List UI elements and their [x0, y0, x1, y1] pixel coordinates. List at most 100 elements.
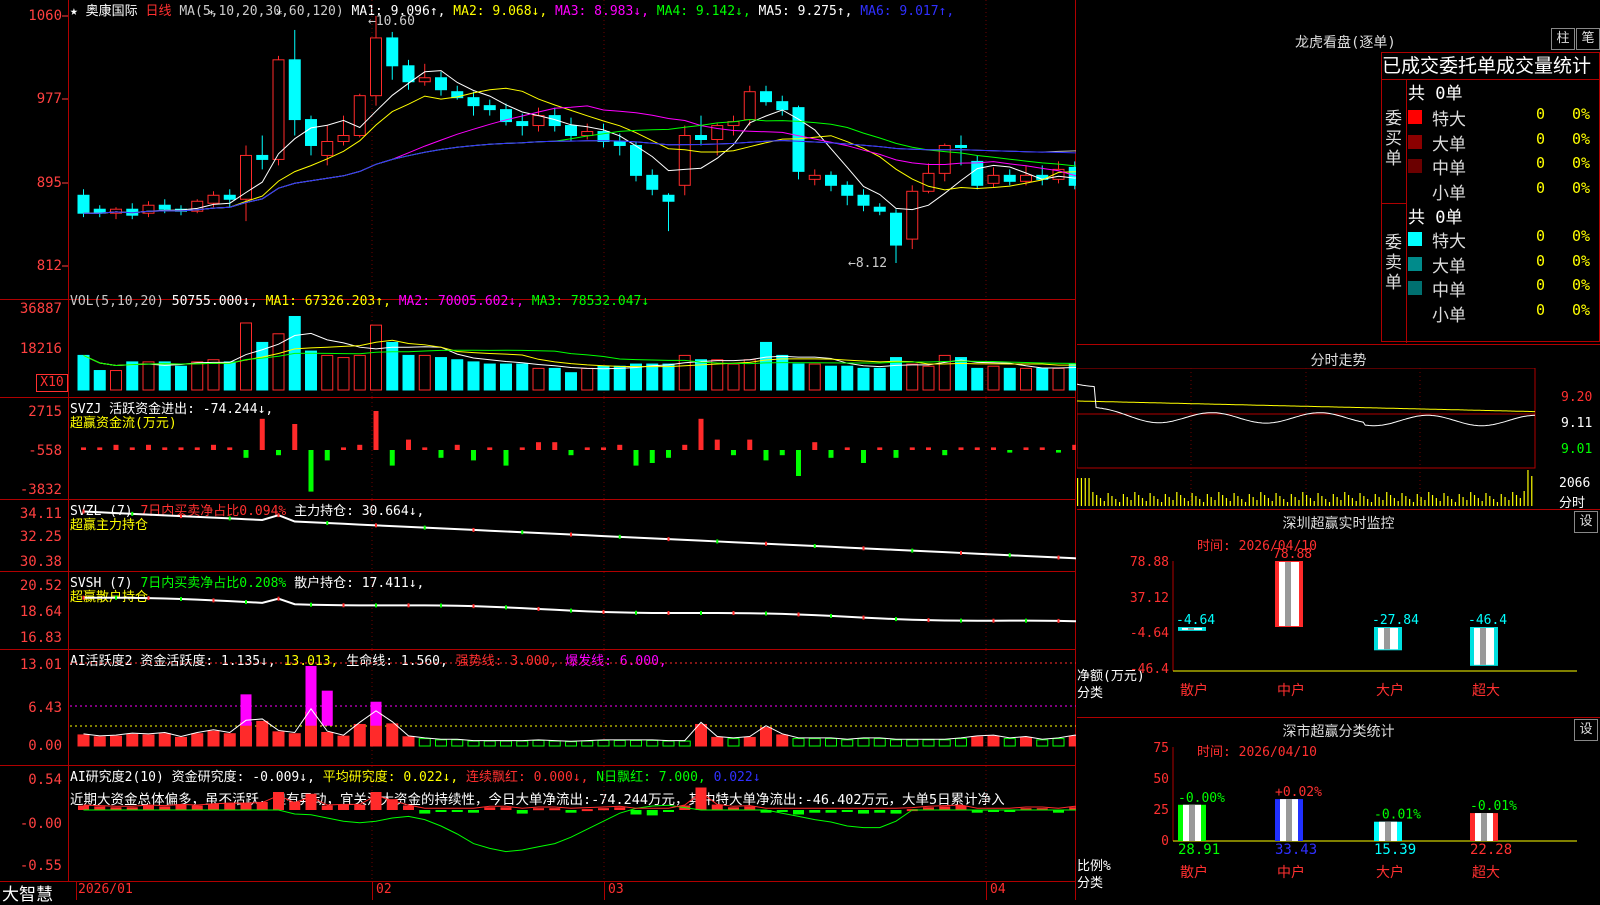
svzl-chart — [82, 500, 1076, 572]
intraday-vol-bar — [1183, 498, 1186, 506]
fund-flow-bar — [747, 439, 753, 450]
retail-hold-tick — [472, 604, 475, 609]
svsh-pane[interactable]: SVSH (7) 7日内买卖净占比0.208% 散户持仓: 17.411↓, 超… — [0, 572, 1076, 650]
monitor-bar-shade — [1384, 628, 1390, 650]
intraday-vol-bar — [1306, 495, 1308, 506]
research-bar — [516, 810, 528, 814]
intraday-vol-bar — [1202, 502, 1205, 506]
research-bar — [78, 805, 89, 810]
intraday-vol-bar — [1386, 492, 1388, 506]
class-bar-change: +0.02% — [1275, 785, 1322, 800]
intraday-vol-bar — [1397, 501, 1399, 506]
fund-flow-bar — [763, 450, 769, 461]
candle-body — [760, 91, 772, 103]
order-size-label: 特大 — [1432, 232, 1466, 252]
candle-body — [402, 65, 415, 83]
volume-bar — [223, 361, 236, 391]
intraday-vol-bar — [1527, 470, 1529, 506]
svzl-pane[interactable]: SVZL (7) 7日内买卖净占比0.094% 主力持仓: 30.664↓, 超… — [0, 500, 1076, 572]
fund-flow-bar — [1023, 447, 1029, 450]
research-bar — [305, 793, 317, 810]
chart-area[interactable]: ★ 奥康国际 日线 MA(5,10,20,30,60,120) MA1: 9.0… — [0, 0, 1076, 905]
volume-bar — [321, 354, 334, 391]
ai-activity-pane[interactable]: AI活跃度2 资金活跃度: 1.135↓, 13.013, 生命线: 1.560… — [0, 650, 1076, 766]
intraday-vol-bar — [1264, 495, 1266, 506]
intraday-vol-bar — [1420, 497, 1422, 506]
volume-bar — [516, 363, 529, 391]
svzj-pane[interactable]: SVZJ 活跃资金进出: -74.244↓, 超赢资金流(万元) 2715 -5… — [0, 398, 1076, 500]
fund-flow-bar — [422, 447, 428, 450]
fund-flow-bar — [406, 439, 411, 450]
intraday-vol-bar — [1088, 478, 1090, 506]
tick-mode-button[interactable]: 笔 — [1576, 28, 1600, 50]
activity-bar — [922, 739, 935, 747]
retail-hold-tick — [407, 603, 410, 608]
intraday-vol-bar — [1325, 499, 1327, 506]
candle-body — [516, 121, 529, 127]
activity-bar — [418, 738, 431, 747]
intraday-vol-bar — [1424, 500, 1426, 506]
fund-flow-bar — [1072, 444, 1076, 450]
volume-bar — [776, 354, 789, 391]
fund-flow-bar — [113, 444, 119, 450]
kline-pane[interactable]: ★ 奥康国际 日线 MA(5,10,20,30,60,120) MA1: 9.0… — [0, 0, 1076, 300]
retail-hold-line — [83, 596, 1076, 623]
research-bar — [224, 802, 236, 810]
volume-bar — [402, 354, 415, 391]
intraday-vol-bar — [1260, 492, 1262, 506]
activity-bar — [695, 723, 707, 747]
volume-bar — [646, 363, 659, 391]
retail-hold-tick — [147, 596, 150, 601]
fund-flow-bar — [162, 447, 168, 450]
volume-bar — [613, 365, 626, 391]
fund-flow-bar — [991, 447, 996, 450]
intraday-vol-bar — [1168, 497, 1170, 506]
retail-hold-tick — [505, 605, 507, 610]
monitor-bar — [1470, 627, 1498, 666]
activity-bar — [711, 736, 724, 747]
intraday-vol-bar — [1103, 501, 1105, 506]
activity-bar — [662, 740, 675, 747]
intraday-vol-bar — [1092, 492, 1094, 506]
activity-bar — [402, 736, 415, 747]
intraday-vol-bar — [1279, 496, 1281, 506]
retail-hold-tick — [115, 595, 117, 600]
candle-body — [223, 194, 236, 200]
intraday-vol-bar — [1206, 494, 1208, 506]
intraday-vol-bar — [1096, 495, 1098, 506]
order-size-pct: 0% — [1572, 227, 1591, 245]
class-bar-pct: 22.28 — [1470, 842, 1512, 858]
fund-flow-bar — [1039, 447, 1045, 450]
fund-flow-bar — [341, 447, 346, 450]
monitor-y-tick: -46.4 — [1130, 662, 1169, 677]
bar-mode-button[interactable]: 柱 — [1551, 28, 1575, 50]
activity-bar — [77, 734, 90, 747]
fund-flow-bar — [243, 450, 249, 458]
volume-pane[interactable]: VOL(5,10,20) 50755.000↓, MA1: 67326.203↑… — [0, 294, 1076, 398]
ai-research-pane[interactable]: AI研究度2(10) 资金研究度: -0.009↓, 平均研究度: 0.022↓… — [0, 766, 1076, 882]
volume-bar — [938, 354, 951, 391]
intraday-chart — [1077, 368, 1536, 508]
intraday-vol-bar — [1210, 497, 1212, 506]
order-size-label: 大单 — [1432, 256, 1466, 277]
activity-bar — [906, 739, 919, 747]
candle-body — [646, 174, 659, 190]
class-bar-change: -0.01% — [1470, 799, 1517, 814]
intraday-panel[interactable]: 分时走势 9.20 9.11 9.01 2066 分时 — [1077, 346, 1600, 511]
lhkp-panel: 龙虎看盘(逐单) 柱 笔 已成交委托单成交量统计 委买单 共 0单 特大 0 0% 大… — [1077, 0, 1600, 345]
fund-flow-bar — [389, 450, 395, 466]
intraday-unit: 分时 — [1559, 496, 1586, 511]
activity-bar — [548, 740, 561, 747]
fund-flow-bar — [227, 447, 233, 450]
fund-flow-bar — [194, 447, 200, 450]
intraday-vol-bar — [1321, 496, 1323, 506]
monitor-bar-value: -46.4 — [1468, 613, 1507, 628]
intraday-vol-bar — [1504, 497, 1506, 506]
order-size-swatch — [1408, 159, 1422, 173]
activity-bar — [776, 734, 789, 747]
intraday-vol-bar — [1099, 498, 1102, 506]
research-bar — [565, 810, 577, 813]
x-tick: 03 — [608, 882, 624, 897]
activity-bar — [175, 736, 187, 747]
kline-chart[interactable]: * * — [0, 0, 1076, 300]
